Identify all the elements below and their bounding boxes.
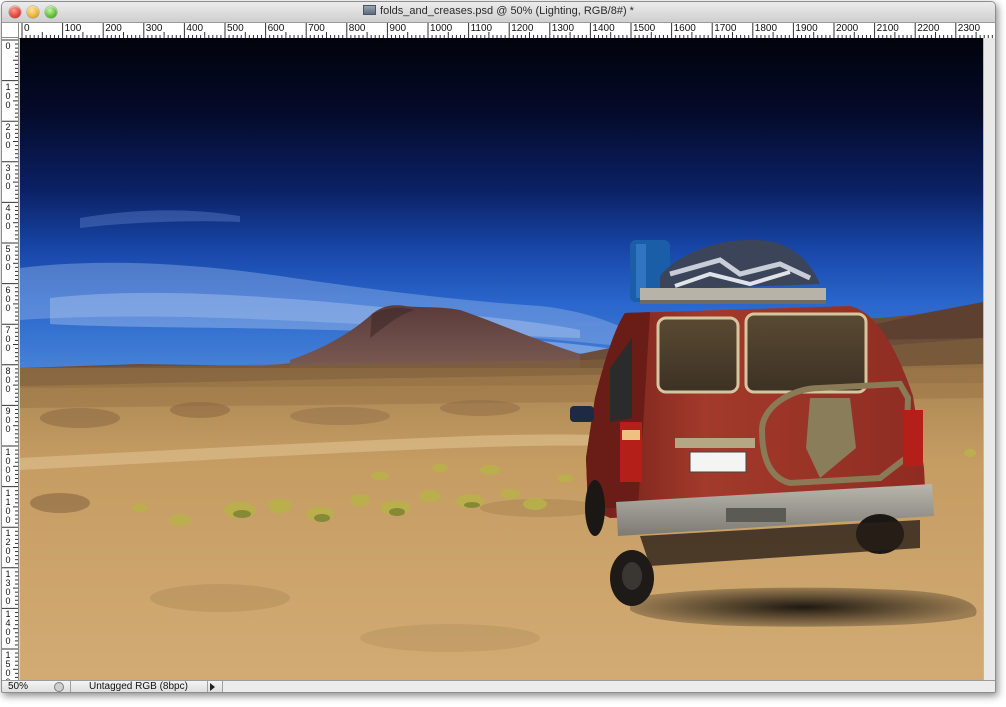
vertical-ruler-label: 1300 [5,568,11,606]
vertical-ruler-label: 400 [5,203,11,232]
zoom-level-field[interactable]: 50% [8,681,50,692]
horizontal-ruler-label: 200 [105,23,122,34]
horizontal-scrollbar[interactable] [222,681,995,692]
horizontal-ruler-label: 100 [64,23,82,34]
horizontal-ruler-label: 1400 [592,23,615,34]
vertical-ruler-label: 1100 [5,487,11,525]
status-icon[interactable] [54,682,64,692]
vertical-scrollbar[interactable] [983,38,995,680]
document-info-menu-arrow-icon[interactable] [210,683,215,691]
photo-desert-vehicle [20,38,983,680]
image-canvas[interactable] [20,38,983,680]
horizontal-ruler-label: 0 [24,23,30,34]
vertical-ruler-label: 1500 [5,650,11,681]
horizontal-ruler[interactable]: 0 100 200 300 400 500 600 700 800 900 1000 1100 1200… [19,23,995,39]
document-window: folds_and_creases.psd @ 50% (Lighting, R… [1,1,996,693]
horizontal-ruler-label: 1300 [551,23,575,34]
vertical-ruler-label: 600 [5,284,11,313]
horizontal-ruler-label: 900 [389,23,407,34]
ruler-origin-corner[interactable] [2,23,19,38]
horizontal-ruler-label: 1600 [673,23,696,34]
horizontal-ruler-label: 1700 [714,23,737,34]
vertical-ruler-label: 1200 [5,528,11,566]
document-icon [363,5,377,15]
window-title: folds_and_creases.psd @ 50% (Lighting, R… [380,5,634,17]
vertical-ruler-label: 0 [5,41,11,51]
document-info-field[interactable]: Untagged RGB (8bpc) [70,681,208,692]
vertical-ruler-label: 800 [5,365,11,394]
horizontal-ruler-label: 400 [186,23,204,34]
horizontal-ruler-label: 800 [348,23,366,34]
horizontal-ruler-label: 300 [145,23,163,34]
vertical-ruler-label: 700 [5,325,11,354]
title-bar[interactable]: folds_and_creases.psd @ 50% (Lighting, R… [2,2,995,23]
horizontal-ruler-label: 1200 [511,23,534,34]
status-bar: 50% Untagged RGB (8bpc) [2,680,995,692]
vertical-ruler-label: 1000 [5,447,11,484]
horizontal-ruler-label: 600 [267,23,285,34]
horizontal-ruler-label: 2000 [836,23,859,34]
horizontal-ruler-label: 1900 [795,23,818,34]
horizontal-ruler-label: 1000 [430,23,453,34]
vertical-ruler-label: 300 [5,162,11,191]
vertical-ruler[interactable]: 0 100 200 300 400 500 600 700 800 900 1000 1100 1200… [2,38,19,680]
horizontal-ruler-label: 2200 [917,23,940,34]
vertical-ruler-label: 900 [5,406,11,435]
title-area: folds_and_creases.psd @ 50% (Lighting, R… [2,5,995,17]
horizontal-ruler-label: 1500 [633,23,656,34]
vertical-ruler-label: 200 [5,122,11,151]
horizontal-ruler-label: 1800 [754,23,778,34]
horizontal-ruler-label: 2100 [876,23,899,34]
horizontal-ruler-label: 700 [308,23,325,34]
horizontal-ruler-label: 1100 [470,23,493,34]
vertical-ruler-label: 500 [5,244,11,272]
horizontal-ruler-label: 500 [227,23,244,34]
vertical-ruler-label: 100 [5,81,11,110]
horizontal-ruler-label: 2300 [957,23,981,34]
vertical-ruler-label: 1400 [5,609,11,647]
